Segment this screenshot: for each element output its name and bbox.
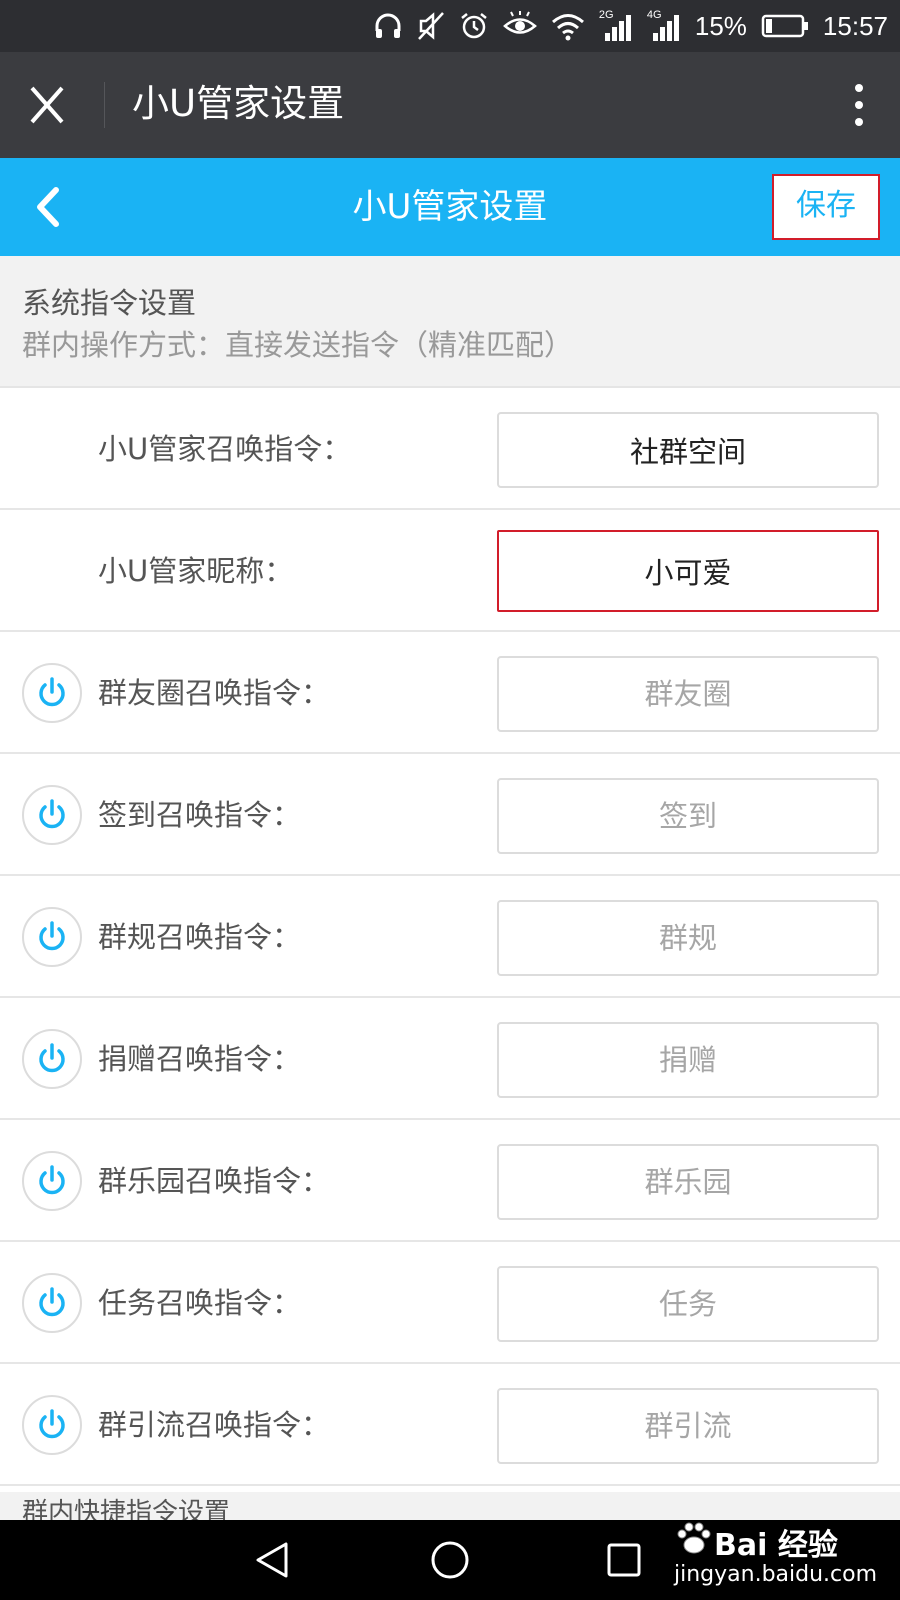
status-time: 15:57 xyxy=(822,10,888,41)
task-command-input[interactable] xyxy=(497,1266,879,1342)
headphones-icon xyxy=(375,13,401,38)
paradise-command-input[interactable] xyxy=(497,1144,879,1220)
wechat-bar-divider xyxy=(104,82,105,128)
battery-percent: 15% xyxy=(694,10,747,41)
nickname-input[interactable] xyxy=(497,530,879,612)
power-icon xyxy=(39,799,65,829)
setting-row-circle: 群友圈召唤指令： xyxy=(0,632,900,754)
checkin-command-input[interactable] xyxy=(497,778,879,854)
setting-row-task: 任务召唤指令： xyxy=(0,1242,900,1364)
eye-icon xyxy=(502,11,537,34)
setting-label: 群乐园召唤指令： xyxy=(98,1164,331,1198)
traffic-command-input[interactable] xyxy=(497,1388,879,1464)
wechat-title-bar: 小U管家设置 xyxy=(0,52,900,158)
section-subtitle: 群内操作方式：直接发送指令（精准匹配） xyxy=(22,328,574,362)
power-icon xyxy=(39,1165,65,1195)
setting-label: 小U管家昵称： xyxy=(98,554,294,588)
page-title: 小U管家设置 xyxy=(352,187,548,227)
section-title: 系统指令设置 xyxy=(22,286,197,320)
setting-label: 群规召唤指令： xyxy=(98,920,302,954)
status-bar: 2G 4G 15% 15:57 xyxy=(0,0,900,52)
mute-icon xyxy=(417,12,444,40)
setting-row-checkin: 签到召唤指令： xyxy=(0,754,900,876)
app-nav-bar: 小U管家设置 保存 xyxy=(0,158,900,256)
recent-apps-icon[interactable] xyxy=(606,1542,642,1578)
power-toggle[interactable] xyxy=(22,1151,82,1211)
signal-4g-icon: 4G xyxy=(647,9,681,43)
close-icon[interactable] xyxy=(22,82,72,128)
baidu-watermark: Bai 经验 jingyan.baidu.com xyxy=(674,1516,877,1592)
section-header: 系统指令设置 群内操作方式：直接发送指令（精准匹配） xyxy=(0,256,900,388)
summon-command-input[interactable] xyxy=(497,412,879,488)
watermark-url: jingyan.baidu.com xyxy=(674,1562,878,1587)
setting-row-donate: 捐赠召唤指令： xyxy=(0,998,900,1120)
setting-row-paradise: 群乐园召唤指令： xyxy=(0,1120,900,1242)
donate-command-input[interactable] xyxy=(497,1022,879,1098)
setting-label: 小U管家召唤指令： xyxy=(98,432,352,466)
power-toggle[interactable] xyxy=(22,1273,82,1333)
alarm-icon xyxy=(461,13,487,39)
wifi-icon xyxy=(551,14,584,41)
setting-row-nickname: 小U管家昵称： xyxy=(0,510,900,632)
power-toggle[interactable] xyxy=(22,1029,82,1089)
chevron-left-icon[interactable] xyxy=(30,184,66,230)
watermark-brand: Bai 经验 xyxy=(714,1528,838,1563)
setting-label: 任务召唤指令： xyxy=(98,1286,302,1320)
power-icon xyxy=(39,921,65,951)
setting-label: 签到召唤指令： xyxy=(98,798,302,832)
home-circle-icon[interactable] xyxy=(430,1540,470,1580)
setting-label: 群引流召唤指令： xyxy=(98,1408,331,1442)
battery-icon xyxy=(761,14,808,38)
more-vertical-icon[interactable] xyxy=(852,82,866,128)
signal-2g-icon: 2G xyxy=(599,9,633,43)
power-icon xyxy=(39,1409,65,1439)
power-toggle[interactable] xyxy=(22,907,82,967)
power-icon xyxy=(39,1287,65,1317)
setting-label: 群友圈召唤指令： xyxy=(98,676,331,710)
power-toggle[interactable] xyxy=(22,785,82,845)
power-toggle[interactable] xyxy=(22,663,82,723)
network-4g-label: 4G xyxy=(646,9,662,21)
power-toggle[interactable] xyxy=(22,1395,82,1455)
power-icon xyxy=(39,1043,65,1073)
setting-row-summon: 小U管家召唤指令： xyxy=(0,388,900,510)
setting-row-traffic: 群引流召唤指令： xyxy=(0,1364,900,1486)
power-icon xyxy=(39,677,65,707)
paw-logo-icon xyxy=(677,1522,711,1554)
setting-label: 捐赠召唤指令： xyxy=(98,1042,302,1076)
network-2g-label: 2G xyxy=(598,9,614,21)
back-triangle-icon[interactable] xyxy=(252,1540,292,1580)
wechat-page-title: 小U管家设置 xyxy=(132,82,345,125)
rules-command-input[interactable] xyxy=(497,900,879,976)
status-icons: 2G 4G 15% 15:57 xyxy=(373,0,888,52)
setting-row-rules: 群规召唤指令： xyxy=(0,876,900,998)
circle-command-input[interactable] xyxy=(497,656,879,732)
save-button[interactable]: 保存 xyxy=(772,174,880,240)
